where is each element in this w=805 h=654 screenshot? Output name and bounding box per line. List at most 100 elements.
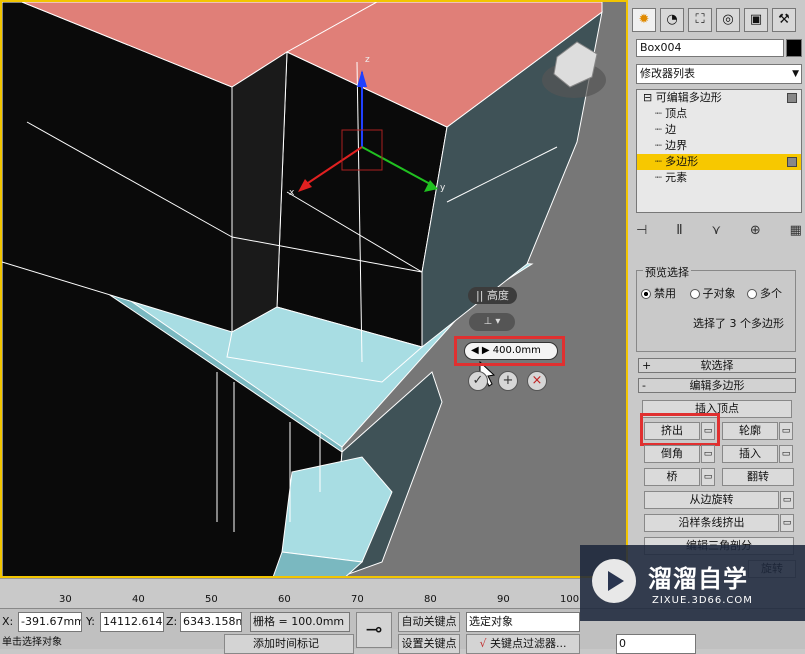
x-coordinate-field[interactable]: -391.67mm [18,612,82,632]
bevel-button[interactable]: 倒角 [644,445,700,463]
stack-item-border[interactable]: ┈ 边界 [637,138,801,154]
preview-selection-group: 预览选择 禁用 子对象 多个 选择了 3 个多边形 [636,264,796,352]
preview-options: 禁用 子对象 多个 [641,285,782,301]
prompt-line: 单击选择对象 [2,637,62,648]
timeline-ruler[interactable]: 30 40 50 60 70 80 90 100 [0,578,580,608]
bevel-settings-button[interactable]: ▭ [701,445,715,463]
object-color-swatch[interactable] [786,39,802,57]
modifier-list-dropdown[interactable]: 修改器列表 ▼ [636,64,802,84]
rollout-collapse-icon: - [642,379,646,392]
z-coordinate-field[interactable]: 6343.158m [180,612,242,632]
outline-button[interactable]: 轮廓 [722,422,778,440]
inset-button[interactable]: 插入 [722,445,778,463]
preview-selection-title: 预览选择 [643,264,691,280]
radio-label: 多个 [760,287,782,300]
show-end-result-icon[interactable]: Ⅱ [676,223,682,243]
axis-z-label: z [365,55,370,65]
inset-settings-button[interactable]: ▭ [779,445,793,463]
object-name-field[interactable]: Box004 [636,39,784,57]
radio-label: 子对象 [702,287,736,300]
rollout-label: 编辑多边形 [689,379,745,392]
watermark: 溜溜自学 ZIXUE.3D66.COM [580,545,805,621]
tab-modify[interactable]: ◔ [660,8,684,32]
ruler-tick: 90 [497,594,510,605]
radio-disabled[interactable]: 禁用 [641,287,676,300]
radio-subobject[interactable]: 子对象 [689,287,736,300]
stack-item-vertex[interactable]: ┈ 顶点 [637,106,801,122]
add-time-tag-button[interactable]: 添加时间标记 [224,634,354,654]
rollout-label: 软选择 [700,359,734,372]
tab-create[interactable]: ✹ [632,8,656,32]
stack-item-label: 元素 [665,171,688,184]
stack-toolbar: ⊣ Ⅱ ⋎ ⊕ ▦ [636,223,802,243]
watermark-logo-icon [592,559,636,603]
z-label: Z: [166,615,178,628]
ruler-tick: 50 [205,594,218,605]
ruler-tick: 60 [278,594,291,605]
pin-stack-icon[interactable]: ⊣ [636,223,647,243]
caddy-cancel-button[interactable]: × [527,371,547,391]
caddy-extrude-type-dropdown[interactable]: ⊥ ▾ [469,313,515,331]
highlight-box-caddy [454,336,565,366]
hinge-settings-button[interactable]: ▭ [780,491,794,509]
stack-item-toggle[interactable] [787,157,797,167]
stack-item-edge[interactable]: ┈ 边 [637,122,801,138]
stack-root-toggle[interactable] [787,93,797,103]
radio-multi[interactable]: 多个 [747,287,782,300]
ruler-tick: 30 [59,594,72,605]
grid-size-display: 栅格 = 100.0mm [250,612,350,632]
selection-status: 选择了 3 个多边形 [693,317,784,330]
stack-item-label: 多边形 [665,155,699,168]
stack-item-label: 边 [665,123,677,136]
stack-item-polygon[interactable]: ┈ 多边形 [637,154,801,170]
remove-modifier-icon[interactable]: ⊕ [750,223,761,243]
extrude-along-spline-button[interactable]: 沿样条线挤出 [644,514,779,532]
auto-key-button[interactable]: 自动关键点 [398,612,460,632]
caddy-ok-button[interactable]: ✓ [468,371,488,391]
y-coordinate-field[interactable]: 14112.614 [100,612,164,632]
current-frame-field[interactable]: 0 [616,634,696,654]
watermark-url: ZIXUE.3D66.COM [652,595,753,606]
edit-polygons-rollout[interactable]: - 编辑多边形 [638,378,796,393]
make-unique-icon[interactable]: ⋎ [711,223,721,243]
key-icon[interactable]: ⊸ [356,612,392,648]
radio-dot [689,289,700,299]
tab-display[interactable]: ▣ [744,8,768,32]
key-filters-button[interactable]: √ 关键点过滤器... [466,634,580,654]
stack-root-editable-poly[interactable]: ⊟ 可编辑多边形 [637,90,801,106]
ruler-tick: 40 [132,594,145,605]
stack-item-element[interactable]: ┈ 元素 [637,170,801,186]
stack-item-label: 顶点 [665,107,688,120]
ruler-tick: 80 [424,594,437,605]
radio-dot [641,289,651,299]
radio-dot [747,289,757,299]
tab-motion[interactable]: ◎ [716,8,740,32]
key-filters-icon: √ [479,637,487,650]
spline-settings-button[interactable]: ▭ [780,514,794,532]
command-panel: ✹ ◔ ⛶ ◎ ▣ ⚒ Box004 修改器列表 ▼ ⊟ 可编辑多边形 ┈ 顶点… [628,0,805,590]
radio-label: 禁用 [654,287,676,300]
caddy-apply-button[interactable]: + [498,371,518,391]
y-label: Y: [86,615,95,628]
ruler-tick: 70 [351,594,364,605]
outline-settings-button[interactable]: ▭ [779,422,793,440]
modifier-stack: ⊟ 可编辑多边形 ┈ 顶点 ┈ 边 ┈ 边界 ┈ 多边形 ┈ 元素 [636,89,802,213]
bridge-button[interactable]: 桥 [644,468,700,486]
stack-item-label: 边界 [665,139,688,152]
selected-object-dropdown[interactable]: 选定对象 [466,612,580,632]
set-key-button[interactable]: 设置关键点 [398,634,460,654]
panel-tabs: ✹ ◔ ⛶ ◎ ▣ ⚒ [632,8,796,32]
bridge-settings-button[interactable]: ▭ [701,468,715,486]
axis-y-label: y [440,183,446,193]
axis-x-label: x [289,188,295,198]
soft-selection-rollout[interactable]: + 软选择 [638,358,796,373]
tab-hierarchy[interactable]: ⛶ [688,8,712,32]
hinge-from-edge-button[interactable]: 从边旋转 [644,491,779,509]
configure-sets-icon[interactable]: ▦ [790,223,802,243]
stack-root-label: ⊟ 可编辑多边形 [643,91,722,104]
perspective-viewport[interactable]: z x y || 高度 ⊥ ▾ ◀ ▶ 400.0mm ✓ + × [0,0,628,578]
modifier-list-label: 修改器列表 [640,67,695,80]
flip-button[interactable]: 翻转 [722,468,794,486]
chevron-down-icon: ▼ [792,69,799,79]
tab-utilities[interactable]: ⚒ [772,8,796,32]
